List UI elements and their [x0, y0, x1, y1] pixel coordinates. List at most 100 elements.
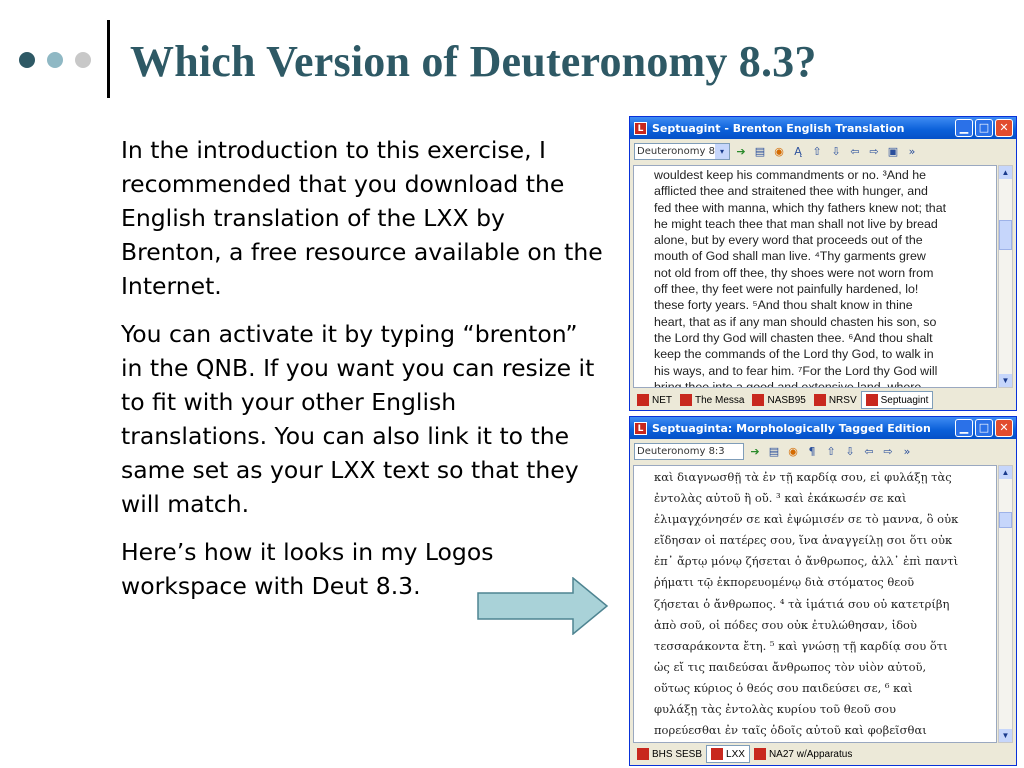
back-icon[interactable]: ⇦ [861, 444, 877, 460]
text-line: bring thee into a good and extensive lan… [654, 379, 922, 388]
scroll-down-button[interactable]: ▼ [999, 374, 1012, 387]
more-icon[interactable]: » [904, 144, 920, 160]
arrow-up-icon[interactable]: ⇧ [809, 144, 825, 160]
tab-label: NRSV [828, 394, 857, 406]
paragraph-2: You can activate it by typing “brenton” … [121, 320, 595, 518]
text-line: τεσσαράκοντα ἔτη. ⁵ καὶ γνώσῃ τῇ καρδίᾳ … [654, 638, 948, 653]
forward-icon[interactable]: ⇨ [880, 444, 896, 460]
text-line: keep the commands of the Lord thy God, t… [654, 347, 934, 362]
resource-text: καὶ διαγνωσθῇ τὰ ἐν τῇ καρδίᾳ σου, εἰ φυ… [634, 466, 996, 741]
resource-tab[interactable]: NASB95 [748, 391, 809, 409]
logos-app-icon: L [634, 421, 647, 435]
vertical-scrollbar[interactable]: ▲ ▼ [998, 165, 1013, 388]
window-controls: ▁ □ ✕ [955, 419, 1013, 437]
chevron-down-icon[interactable]: ▾ [715, 144, 729, 159]
resource-tabs: BHS SESB LXX NA27 w/Apparatus [633, 745, 1013, 763]
book-icon [711, 748, 724, 760]
text-line: his ways, and to fear him. ⁷For the Lord… [654, 363, 938, 378]
resource-tab[interactable]: NET [633, 391, 676, 409]
more-icon[interactable]: » [899, 444, 915, 460]
scroll-down-button[interactable]: ▼ [999, 729, 1012, 742]
book-icon [865, 394, 878, 406]
toolbar: Deuteronomy 8:3 ▾ ➔ ▤ ◉ Ą ⇧ ⇩ ⇦ ⇨ ▣ » [630, 139, 1016, 164]
book-icon [813, 394, 826, 406]
text-line: the Lord thy God will chasten thee. ⁶And… [654, 330, 933, 345]
logos-app-icon: L [634, 121, 647, 135]
text-line: καὶ διαγνωσθῇ τὰ ἐν τῇ καρδίᾳ σου, εἰ φυ… [654, 470, 952, 484]
text-line: ἐλιμαγχόνησέν σε καὶ ἐψώμισέν σε τὸ μανν… [654, 512, 959, 527]
resource-tabs: NET The Messa NASB95 NRSV Septuagint [633, 391, 1013, 409]
window-title: Septuagint - Brenton English Translation [652, 121, 905, 135]
vertical-scrollbar[interactable]: ▲ ▼ [998, 465, 1013, 743]
arrow-up-icon[interactable]: ⇧ [823, 444, 839, 460]
maximize-button[interactable]: □ [975, 119, 993, 137]
reference-value: Deuteronomy 8:3 [637, 146, 725, 157]
book-icon [680, 394, 692, 406]
parsing-icon[interactable]: ¶ [804, 444, 820, 460]
tab-label: BHS SESB [652, 748, 703, 760]
reference-value: Deuteronomy 8:3 [637, 446, 725, 457]
brenton-window[interactable]: L Septuagint - Brenton English Translati… [629, 116, 1017, 411]
go-arrow-icon[interactable]: ➔ [747, 444, 763, 460]
arrow-down-icon[interactable]: ⇩ [828, 144, 844, 160]
paragraph-1: In the introduction to this exercise, I … [121, 136, 603, 300]
text-line: ζήσεται ὁ ἄνθρωπος. ⁴ τὰ ἱμάτιά σου οὐ κ… [654, 596, 950, 611]
lxx-window[interactable]: L Septuaginta: Morphologically Tagged Ed… [629, 416, 1017, 766]
text-line: ῥήματι τῷ ἐκπορευομένῳ διὰ στόματος θεοῦ [654, 575, 915, 590]
resource-tab[interactable]: The Messa [676, 391, 748, 409]
scroll-up-button[interactable]: ▲ [999, 466, 1012, 479]
right-arrow-icon [477, 577, 609, 635]
scroll-up-button[interactable]: ▲ [999, 166, 1012, 179]
back-icon[interactable]: ⇦ [847, 144, 863, 160]
window-titlebar[interactable]: L Septuaginta: Morphologically Tagged Ed… [630, 417, 1016, 439]
page-icon[interactable]: ▤ [752, 144, 768, 160]
text-line: afflicted thee and straitened thee with … [654, 184, 928, 199]
text-line: alone, but by every word that proceeds o… [654, 233, 923, 248]
bullet-dot-1 [19, 52, 35, 68]
resource-text: wouldest keep his commandments or no. ³A… [634, 166, 996, 388]
minimize-button[interactable]: ▁ [955, 419, 973, 437]
resource-tab[interactable]: Septuagint [860, 391, 934, 409]
resource-tab[interactable]: LXX [706, 745, 750, 763]
book-icon [637, 394, 649, 406]
text-pane[interactable]: wouldest keep his commandments or no. ³A… [633, 165, 997, 388]
window-titlebar[interactable]: L Septuagint - Brenton English Translati… [630, 117, 1016, 139]
text-line: ἀπὸ σοῦ, οἱ πόδες σου οὐκ ἐτυλώθησαν, ἰδ… [654, 617, 917, 632]
text-line: mouth of God shall man live. ⁴Thy garmen… [654, 249, 926, 264]
book-icon [752, 394, 765, 406]
resource-tab[interactable]: NRSV [810, 391, 861, 409]
tab-label: Septuagint [880, 394, 929, 406]
window-controls: ▁ □ ✕ [955, 119, 1013, 137]
font-size-icon[interactable]: Ą [790, 144, 806, 160]
reference-input[interactable]: Deuteronomy 8:3 ▾ [634, 143, 730, 160]
reference-input[interactable]: Deuteronomy 8:3 [634, 443, 744, 460]
arrow-down-icon[interactable]: ⇩ [842, 444, 858, 460]
close-button[interactable]: ✕ [995, 419, 1013, 437]
go-arrow-icon[interactable]: ➔ [733, 144, 749, 160]
text-pane[interactable]: καὶ διαγνωσθῇ τὰ ἐν τῇ καρδίᾳ σου, εἰ φυ… [633, 465, 997, 743]
bullet-dot-3 [75, 52, 91, 68]
forward-icon[interactable]: ⇨ [866, 144, 882, 160]
panel-icon[interactable]: ▣ [885, 144, 901, 160]
window-title: Septuaginta: Morphologically Tagged Edit… [652, 421, 931, 435]
title-divider [107, 20, 110, 98]
resource-tab[interactable]: BHS SESB [633, 745, 706, 763]
scroll-thumb[interactable] [999, 512, 1012, 528]
tab-label: The Messa [695, 394, 745, 406]
maximize-button[interactable]: □ [975, 419, 993, 437]
resource-tab[interactable]: NA27 w/Apparatus [750, 745, 856, 763]
text-line: he might teach thee that man shall not l… [654, 216, 938, 231]
bullet-dot-2 [47, 52, 63, 68]
book-icon [753, 748, 766, 760]
close-button[interactable]: ✕ [995, 119, 1013, 137]
text-line: ὡς εἴ τις παιδεύσαι ἄνθρωπος τὸν υἱὸν αὐ… [654, 659, 927, 674]
link-set-icon[interactable]: ◉ [785, 444, 801, 460]
minimize-button[interactable]: ▁ [955, 119, 973, 137]
page-icon[interactable]: ▤ [766, 444, 782, 460]
text-line: φυλάξῃ τὰς ἐντολὰς κυρίου τοῦ θεοῦ σου [654, 702, 896, 717]
slide-title: Which Version of Deuteronomy 8.3? [130, 37, 817, 86]
tab-label: NA27 w/Apparatus [768, 748, 853, 760]
text-line: these forty years. ⁵And thou shalt know … [654, 298, 913, 313]
scroll-thumb[interactable] [999, 220, 1012, 250]
link-set-icon[interactable]: ◉ [771, 144, 787, 160]
